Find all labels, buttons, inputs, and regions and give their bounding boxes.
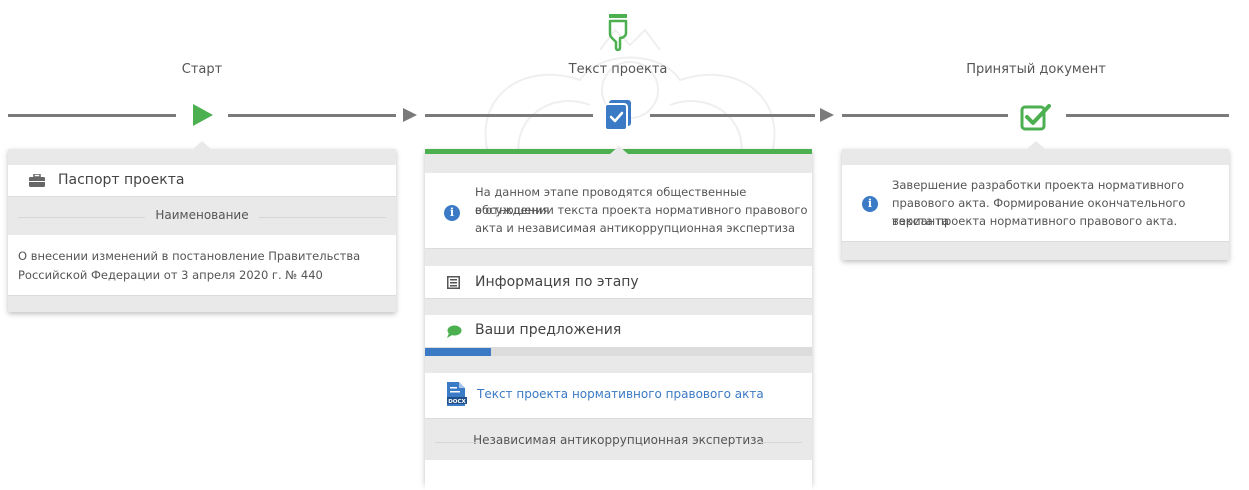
timeline-line — [228, 114, 396, 117]
list-icon — [447, 276, 460, 289]
accepted-notice: i Завершение разработки проекта норматив… — [842, 165, 1229, 242]
start-card: Паспорт проекта Наименование О внесении … — [8, 141, 396, 312]
name-section-header: Наименование — [8, 208, 396, 228]
name-row: О внесении изменений в постановление Пра… — [8, 235, 396, 296]
passport-label: Паспорт проекта — [58, 172, 185, 188]
name-header: Наименование — [155, 208, 249, 222]
stage-title-text: Текст проекта — [568, 62, 668, 77]
divider-line — [18, 217, 145, 218]
timeline-line — [842, 114, 1008, 117]
stage-info-notice: i На данном этапе проводятся общественны… — [425, 173, 812, 249]
briefcase-icon — [29, 174, 45, 187]
document-check-icon[interactable] — [602, 98, 634, 132]
info-icon: i — [862, 196, 878, 212]
stage-info-row[interactable]: Информация по этапу — [425, 266, 812, 299]
play-icon — [193, 104, 213, 126]
proposals-progress-bar — [425, 348, 812, 356]
proposals-row[interactable]: Ваши предложения — [425, 315, 812, 348]
anticorruption-section-header: Независимая антикоррупционная экспертиза — [425, 433, 812, 453]
project-name-line2: Российской Федерации от 3 апреля 2020 г.… — [18, 268, 323, 282]
timeline-line — [8, 114, 176, 117]
divider-line — [435, 442, 480, 443]
timeline-line — [1066, 114, 1229, 117]
proposals-label: Ваши предложения — [475, 322, 622, 338]
notice-line3: акта и независимая антикоррупционная экс… — [475, 221, 796, 235]
text-project-card: i На данном этапе проводятся общественны… — [425, 146, 812, 490]
divider-line — [259, 217, 386, 218]
stage-title-accepted: Принятый документ — [966, 62, 1106, 77]
accepted-card: i Завершение разработки проекта норматив… — [842, 141, 1229, 260]
accepted-line3: текста проекта нормативного правового ак… — [892, 214, 1178, 228]
info-icon: i — [444, 205, 460, 221]
project-name-line1: О внесении изменений в постановление Пра… — [18, 249, 361, 263]
timeline-line — [425, 114, 593, 117]
document-link[interactable]: Текст проекта нормативного правового акт… — [477, 387, 764, 401]
stage-title-start: Старт — [181, 62, 223, 77]
accepted-line1: Завершение разработки проекта нормативно… — [892, 178, 1185, 192]
anticorruption-row — [425, 460, 812, 490]
svg-text:DOCX: DOCX — [448, 399, 466, 405]
divider-line — [757, 442, 802, 443]
checkbox-checked-icon — [1020, 104, 1051, 131]
document-link-row[interactable]: DOCX Текст проекта нормативного правовог… — [425, 373, 812, 419]
notice-line2: в отношении текста проекта нормативного … — [475, 203, 808, 217]
arrow-right-icon — [403, 108, 417, 122]
comment-icon — [447, 325, 462, 338]
anticorruption-header: Независимая антикоррупционная экспертиза — [473, 433, 764, 447]
arrow-right-icon — [820, 108, 834, 122]
docx-file-icon: DOCX — [447, 382, 467, 406]
timeline-line — [650, 114, 815, 117]
stage-info-label: Информация по этапу — [475, 274, 639, 290]
pointer-hand-icon — [608, 14, 628, 52]
proposals-progress-fill — [425, 348, 491, 356]
passport-row[interactable]: Паспорт проекта — [8, 165, 396, 197]
